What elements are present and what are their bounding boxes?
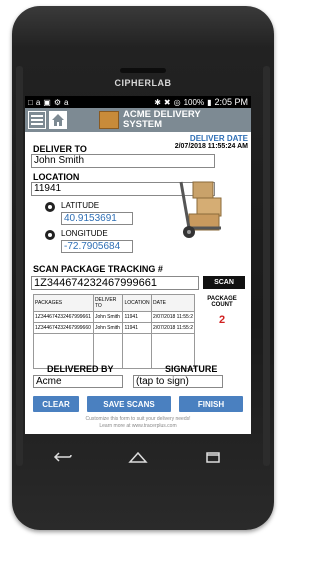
system-navigation-bar xyxy=(25,440,251,474)
longitude-label: LONGITUDE xyxy=(61,229,108,238)
recent-apps-icon[interactable] xyxy=(203,451,223,463)
deliver-date-value: 2/07/2018 11:55:24 AM xyxy=(174,143,248,150)
latitude-label: LATITUDE xyxy=(61,201,100,210)
scan-button[interactable]: SCAN xyxy=(203,276,245,289)
amazon-icon: a xyxy=(35,97,41,107)
deliver-to-label: DELIVER TO xyxy=(33,144,87,154)
image-icon: ▣ xyxy=(43,97,51,107)
home-nav-icon[interactable] xyxy=(128,451,148,463)
app-screen: □ a ▣ ⚙ a ✱ ✖ ◎ 100% ▮ 2:05 PM ACME DELI… xyxy=(25,96,251,434)
table-cell: 11941 xyxy=(122,322,153,334)
battery-icon: ▮ xyxy=(207,97,212,107)
settings-icon: ⚙ xyxy=(53,97,62,107)
hand-truck-boxes-icon xyxy=(179,181,222,238)
table-header-row: PACKAGES DELIVER TO LOCATION DATE xyxy=(33,294,195,312)
clock: 2:05 PM xyxy=(214,97,248,107)
bluetooth-icon: ✱ xyxy=(154,97,161,107)
delivered-by-field[interactable]: Acme xyxy=(33,375,123,388)
package-logo-icon xyxy=(99,111,119,129)
app-header: ACME DELIVERY SYSTEM xyxy=(25,108,251,132)
table-cell: John Smith xyxy=(92,311,124,323)
table-row[interactable]: 1Z344674232467999660 John Smith 11941 2/… xyxy=(33,322,195,334)
table-cell: 1Z344674232467999661 xyxy=(33,311,94,323)
longitude-field[interactable]: -72.7905684 xyxy=(61,240,133,253)
notification-icon: □ xyxy=(28,97,33,107)
latitude-field[interactable]: 40.9153691 xyxy=(61,212,133,225)
deliver-to-field[interactable]: John Smith xyxy=(31,154,215,168)
table-cell: 1Z344674232467999660 xyxy=(33,322,94,334)
table-cell: 11941 xyxy=(122,311,153,323)
menu-icon[interactable] xyxy=(28,111,46,129)
signature-field[interactable]: (tap to sign) xyxy=(133,375,223,388)
package-count-value: 2 xyxy=(218,314,226,326)
package-count-label: PACKAGE COUNT xyxy=(207,296,237,308)
column-header: DELIVER TO xyxy=(92,294,124,312)
scan-label: SCAN PACKAGE TRACKING # xyxy=(33,264,163,274)
side-button-right xyxy=(263,66,270,466)
wifi-icon: ◎ xyxy=(173,97,181,107)
location-pin-icon xyxy=(45,202,55,212)
location-pin-icon xyxy=(45,230,55,240)
amazon-icon: a xyxy=(64,97,69,107)
packages-table: PACKAGES DELIVER TO LOCATION DATE 1Z3446… xyxy=(33,294,195,369)
deliver-date-label: DELIVER DATE xyxy=(189,134,248,143)
back-icon[interactable] xyxy=(53,451,73,463)
footer-text: Customize this form to suit your deliver… xyxy=(85,416,191,429)
app-title: ACME DELIVERY SYSTEM xyxy=(123,109,201,130)
table-row[interactable]: 1Z344674232467999661 John Smith 11941 2/… xyxy=(33,311,195,323)
finish-button[interactable]: FINISH xyxy=(179,396,243,412)
table-cell: John Smith xyxy=(92,322,124,334)
column-header: PACKAGES xyxy=(33,294,94,312)
column-header: DATE xyxy=(151,294,195,312)
side-button-left xyxy=(16,66,23,466)
location-label: LOCATION xyxy=(33,172,80,182)
save-scans-button[interactable]: SAVE SCANS xyxy=(87,396,171,412)
column-header: LOCATION xyxy=(122,294,153,312)
signature-label: SIGNATURE xyxy=(165,364,218,374)
table-cell: 2/07/2018 11:55:2 xyxy=(151,311,195,323)
table-cell: 2/07/2018 11:55:2 xyxy=(151,322,195,334)
mute-icon: ✖ xyxy=(163,97,171,107)
deliver-date: DELIVER DATE 2/07/2018 11:55:24 AM xyxy=(175,134,248,150)
status-bar: □ a ▣ ⚙ a ✱ ✖ ◎ 100% ▮ 2:05 PM xyxy=(25,96,251,108)
battery-level: 100% xyxy=(183,97,205,107)
earpiece-speaker xyxy=(120,68,166,73)
device-brand-logo: CIPHERLAB xyxy=(114,78,172,88)
tracking-number-field[interactable]: 1Z344674232467999661 xyxy=(31,276,199,290)
home-icon[interactable] xyxy=(49,111,67,129)
delivered-by-label: DELIVERED BY xyxy=(47,364,114,374)
clear-button[interactable]: CLEAR xyxy=(33,396,79,412)
